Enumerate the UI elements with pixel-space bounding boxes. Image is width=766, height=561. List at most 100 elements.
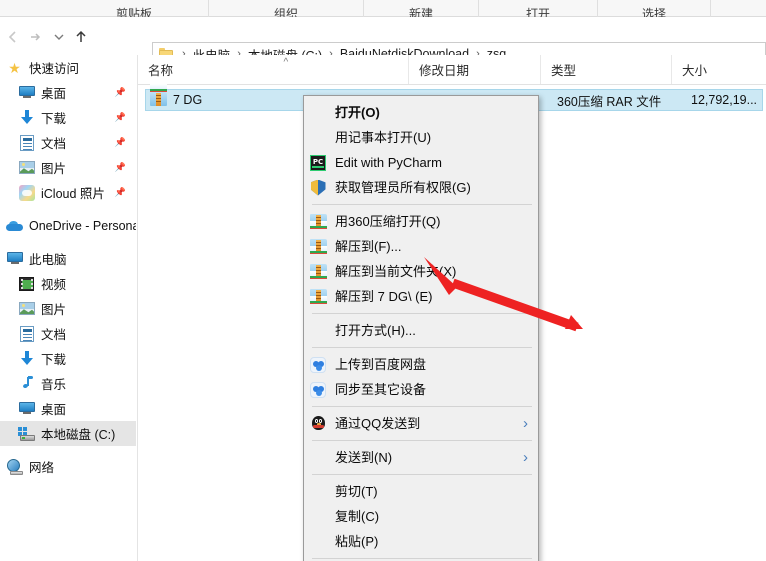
menu-separator [312, 406, 532, 407]
pin-icon[interactable]: 📌 [115, 137, 126, 148]
ribbon-separator [710, 0, 711, 17]
quick-access-star-icon: ★ [8, 59, 21, 76]
menu-item-2[interactable]: PC Edit with PyCharm [304, 150, 538, 175]
pictures-icon [18, 302, 35, 315]
sidebar-item-4[interactable]: 图片 📌 [0, 155, 136, 180]
forward-arrow-icon[interactable] [24, 26, 46, 48]
ribbon-strip: 剪贴板 组织 新建 打开 选择 [0, 0, 766, 17]
submenu-chevron-icon: › [523, 449, 528, 466]
column-header-1[interactable]: 修改日期 [409, 55, 541, 84]
menu-item-5[interactable]: 用360压缩打开(Q) [304, 209, 538, 234]
ribbon-group-2[interactable]: 新建 [364, 0, 478, 17]
menu-item-0[interactable]: 打开(O) [304, 100, 538, 125]
sidebar-item-label: 此电脑 [29, 253, 67, 267]
baidu-netdisk-icon-wrap [308, 381, 328, 399]
sidebar-item-label: 视频 [41, 278, 67, 292]
navigation-pane[interactable]: ★ 快速访问 桌面 📌 下载 📌 文档 📌 图片 📌 iCloud 照片 📌 OneDrive - Pe… [0, 55, 136, 561]
zip-archive-icon [309, 289, 327, 304]
sidebar-item-15[interactable]: 网络 [0, 454, 136, 479]
menu-item-8[interactable]: 解压到 7 DG\ (E) [304, 284, 538, 309]
baidu-netdisk-icon-wrap [308, 356, 328, 374]
local-disk-icon [18, 426, 35, 441]
qq-icon-wrap [308, 415, 328, 433]
sidebar-item-12[interactable]: 音乐 [0, 371, 136, 396]
sidebar-item-13[interactable]: 桌面 [0, 396, 136, 421]
sidebar-item-label: iCloud 照片 [41, 187, 105, 201]
sidebar-item-8[interactable]: 视频 [0, 271, 136, 296]
menu-icon-placeholder [308, 483, 328, 501]
pin-icon[interactable]: 📌 [115, 112, 126, 123]
menu-item-17[interactable]: 发送到(N) › [304, 445, 538, 470]
context-menu[interactable]: 打开(O) 用记事本打开(U) PC Edit with PyCharm 获取管理员所有… [303, 95, 539, 561]
column-header-2[interactable]: 类型 [541, 55, 672, 84]
menu-item-12[interactable]: 上传到百度网盘 [304, 352, 538, 377]
pin-icon[interactable]: 📌 [115, 187, 126, 198]
ribbon-group-1[interactable]: 组织 [209, 0, 363, 17]
menu-item-15[interactable]: 通过QQ发送到 › [304, 411, 538, 436]
ribbon-groups: 剪贴板 组织 新建 打开 选择 [0, 0, 766, 17]
ribbon-group-0[interactable]: 剪贴板 [60, 0, 208, 17]
menu-item-label: 解压到 7 DG\ (E) [335, 288, 433, 304]
pycharm-icon-wrap: PC [308, 154, 328, 172]
menu-item-label: 解压到当前文件夹(X) [335, 263, 457, 279]
column-header-0[interactable]: 名称 ^ [138, 55, 409, 84]
menu-item-20[interactable]: 复制(C) [304, 504, 538, 529]
sidebar-item-11[interactable]: 下载 [0, 346, 136, 371]
sidebar-item-5[interactable]: iCloud 照片 📌 [0, 180, 136, 205]
downloads-icon-wrap [18, 109, 35, 126]
sidebar-item-10[interactable]: 文档 [0, 321, 136, 346]
pictures-icon [18, 161, 35, 174]
sidebar-item-0[interactable]: ★ 快速访问 [0, 55, 136, 80]
menu-item-3[interactable]: 获取管理员所有权限(G) [304, 175, 538, 200]
sidebar-item-label: 图片 [41, 303, 67, 317]
pin-icon[interactable]: 📌 [115, 87, 126, 98]
sidebar-item-label: 快速访问 [29, 62, 80, 76]
sidebar-item-9[interactable]: 图片 [0, 296, 136, 321]
ribbon-group-3[interactable]: 打开 [479, 0, 597, 17]
sidebar-item-14[interactable]: 本地磁盘 (C:) [0, 421, 136, 446]
this-pc-icon-wrap [6, 250, 23, 267]
icloud-photos-icon [18, 184, 35, 201]
column-header-label: 类型 [551, 64, 577, 78]
network-icon-wrap [6, 458, 23, 475]
file-type: 360压缩 RAR 文件 [557, 94, 662, 109]
sidebar-item-3[interactable]: 文档 📌 [0, 130, 136, 155]
qq-icon [311, 415, 326, 432]
sidebar-item-7[interactable]: 此电脑 [0, 246, 136, 271]
sidebar-item-label: 文档 [41, 328, 67, 342]
column-header-3[interactable]: 大小 [672, 55, 766, 84]
shield-icon-wrap [308, 179, 328, 197]
menu-item-label: 复制(C) [335, 508, 380, 524]
up-arrow-icon[interactable] [70, 26, 92, 48]
menu-item-21[interactable]: 粘贴(P) [304, 529, 538, 554]
menu-item-10[interactable]: 打开方式(H)... [304, 318, 538, 343]
ribbon-group-4[interactable]: 选择 [598, 0, 710, 17]
menu-item-label: 打开(O) [335, 104, 380, 120]
ribbon-group-label: 剪贴板 [115, 7, 152, 17]
zip-archive-icon [309, 214, 327, 229]
sidebar-item-1[interactable]: 桌面 📌 [0, 80, 136, 105]
zip-archive-icon-wrap [308, 238, 328, 256]
menu-item-13[interactable]: 同步至其它设备 [304, 377, 538, 402]
recent-locations-chevron-icon[interactable] [48, 26, 70, 48]
pin-icon[interactable]: 📌 [115, 162, 126, 173]
menu-icon-placeholder [308, 104, 328, 122]
menu-item-label: 粘贴(P) [335, 533, 379, 549]
desktop-icon [18, 86, 35, 99]
sidebar-item-6[interactable]: OneDrive - Personal [0, 213, 136, 238]
menu-item-6[interactable]: 解压到(F)... [304, 234, 538, 259]
menu-item-label: 打开方式(H)... [335, 322, 416, 338]
menu-item-1[interactable]: 用记事本打开(U) [304, 125, 538, 150]
sidebar-item-label: 桌面 [41, 87, 67, 101]
menu-item-7[interactable]: 解压到当前文件夹(X) [304, 259, 538, 284]
sidebar-item-label: 桌面 [41, 403, 67, 417]
sidebar-item-2[interactable]: 下载 📌 [0, 105, 136, 130]
menu-item-label: 通过QQ发送到 [335, 415, 421, 431]
sidebar-item-label: 本地磁盘 (C:) [41, 428, 116, 442]
shield-icon [310, 179, 326, 196]
back-arrow-icon[interactable] [2, 26, 24, 48]
menu-item-label: Edit with PyCharm [335, 154, 442, 170]
menu-item-19[interactable]: 剪切(T) [304, 479, 538, 504]
